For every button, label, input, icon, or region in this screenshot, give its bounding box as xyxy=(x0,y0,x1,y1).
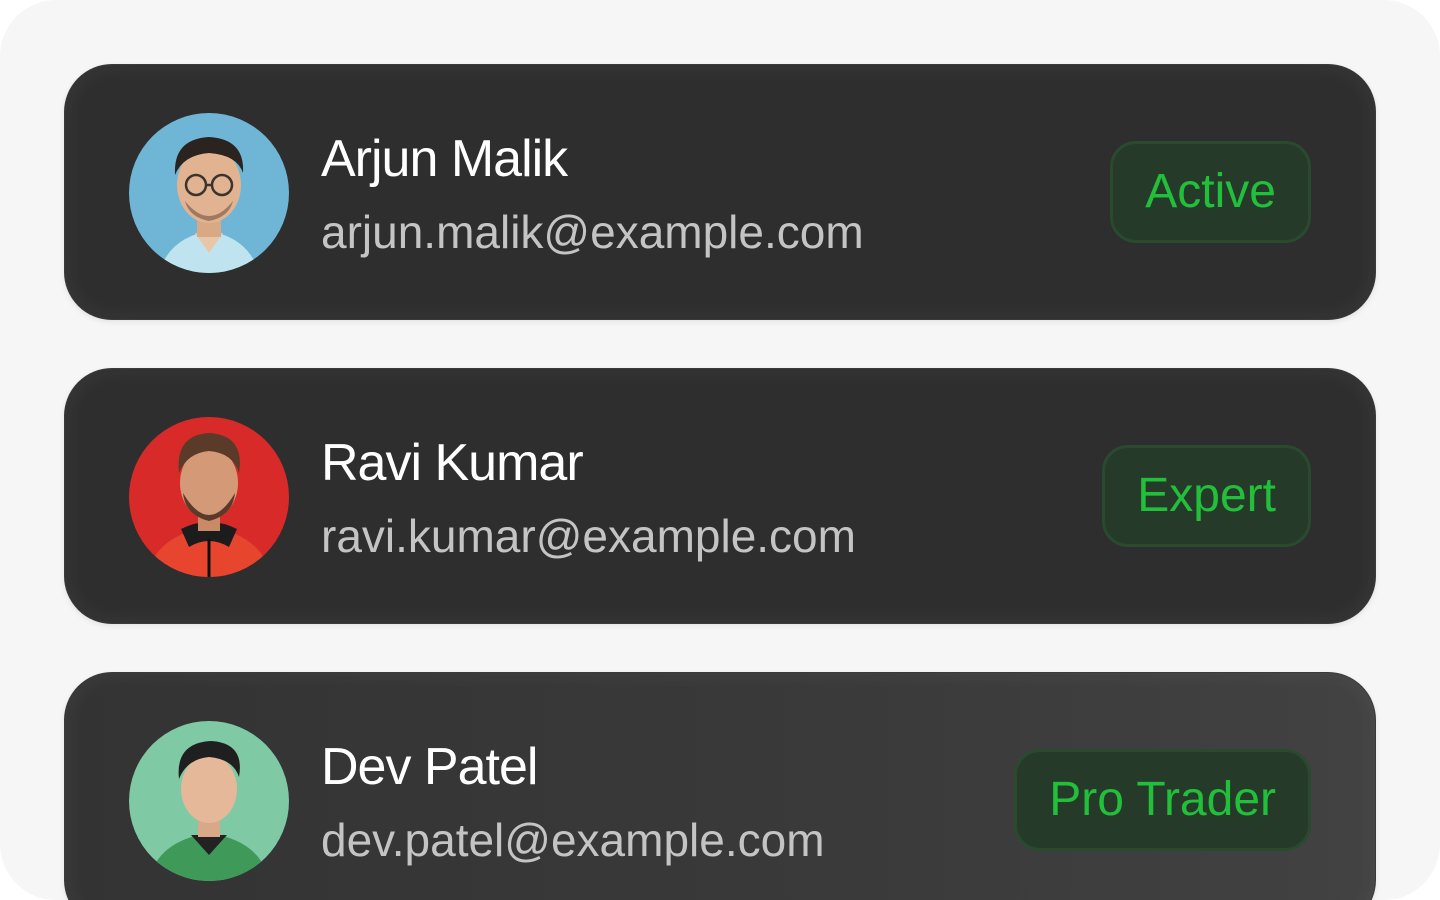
avatar-image xyxy=(129,417,289,577)
user-card[interactable]: Dev Patel dev.patel@example.com Pro Trad… xyxy=(64,672,1376,900)
user-email: arjun.malik@example.com xyxy=(321,206,864,258)
user-card[interactable]: Arjun Malik arjun.malik@example.com Acti… xyxy=(64,64,1376,320)
user-name: Dev Patel xyxy=(321,738,538,796)
user-card[interactable]: Ravi Kumar ravi.kumar@example.com Expert xyxy=(64,368,1376,624)
status-badge: Pro Trader xyxy=(1014,749,1311,851)
user-list-panel: Arjun Malik arjun.malik@example.com Acti… xyxy=(0,0,1440,900)
avatar xyxy=(129,721,289,881)
user-name: Ravi Kumar xyxy=(321,434,584,492)
status-badge: Active xyxy=(1110,141,1311,243)
avatar-image xyxy=(129,113,289,273)
avatar-image xyxy=(129,721,289,881)
avatar xyxy=(129,417,289,577)
status-badge: Expert xyxy=(1102,445,1311,547)
avatar xyxy=(129,113,289,273)
user-email: dev.patel@example.com xyxy=(321,814,825,866)
user-email: ravi.kumar@example.com xyxy=(321,510,856,562)
user-name: Arjun Malik xyxy=(321,130,568,188)
